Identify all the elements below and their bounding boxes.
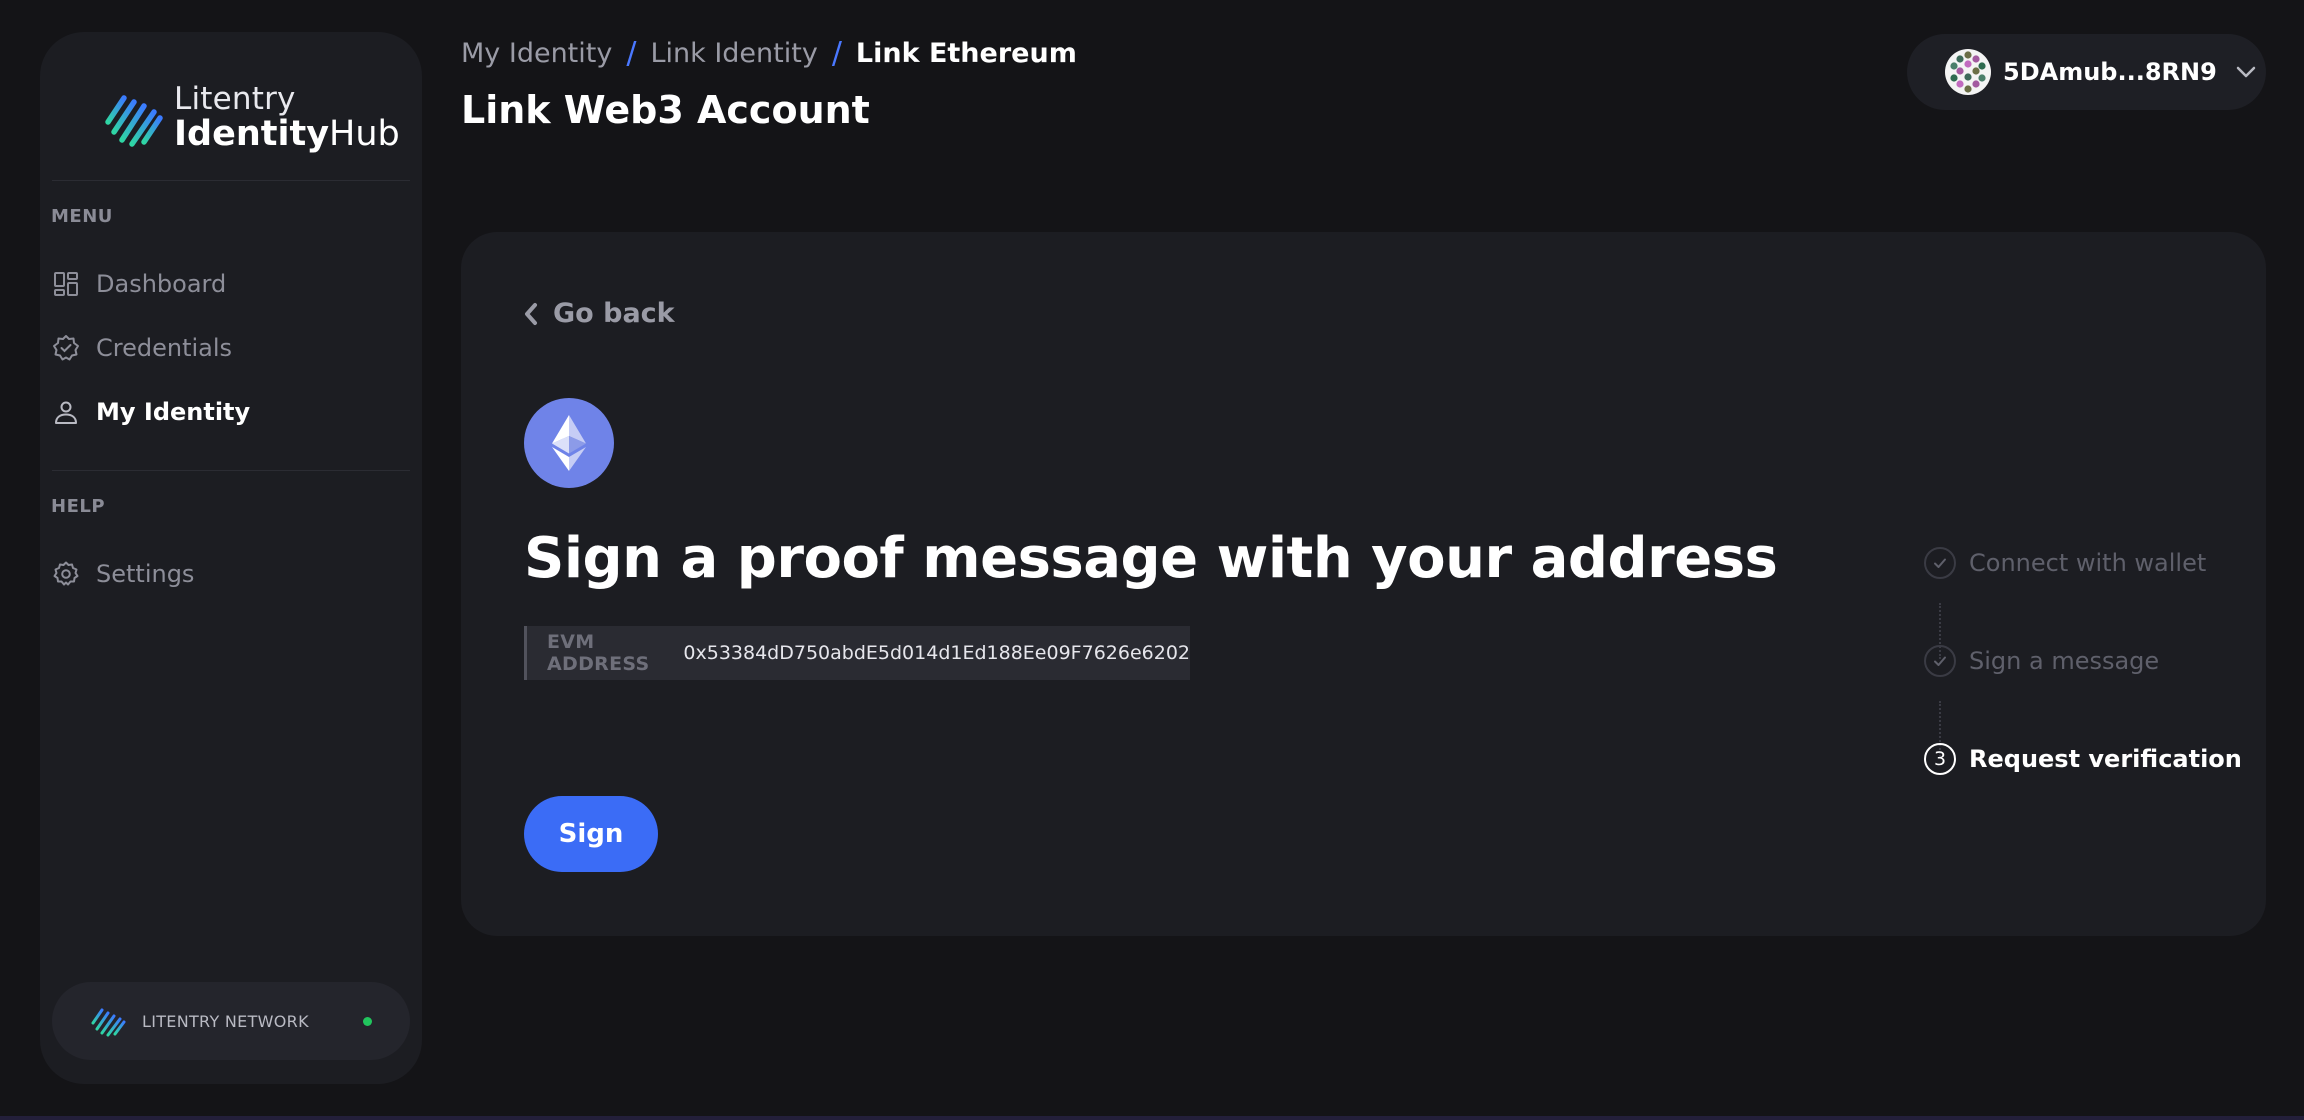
menu-heading: MENU — [51, 206, 113, 227]
gear-icon — [52, 560, 80, 588]
network-label: LITENTRY NETWORK — [142, 1011, 309, 1031]
network-status-dot — [363, 1017, 372, 1026]
network-status[interactable]: LITENTRY NETWORK — [52, 982, 410, 1060]
page-title: Link Web3 Account — [461, 88, 870, 132]
go-back-label: Go back — [553, 298, 675, 329]
check-icon — [1924, 645, 1956, 677]
sidebar: Litentry IdentityHub MENU Dashboard Cred… — [40, 32, 422, 1084]
account-avatar-icon — [1945, 49, 1991, 95]
bottom-edge — [0, 1116, 2304, 1120]
sidebar-item-label: My Identity — [96, 398, 251, 426]
user-icon — [52, 398, 80, 426]
sidebar-item-credentials[interactable]: Credentials — [52, 328, 232, 368]
chevron-left-icon — [525, 302, 537, 325]
breadcrumb-separator: / — [626, 36, 637, 71]
step-label: Sign a message — [1969, 647, 2160, 675]
evm-address-label: EVM ADDRESS — [547, 631, 650, 675]
litentry-network-icon — [91, 1008, 126, 1037]
ethereum-icon — [524, 398, 614, 488]
sidebar-item-label: Settings — [96, 560, 195, 588]
sidebar-divider — [52, 180, 410, 181]
account-name: 5DAmub...8RN9 — [2003, 58, 2217, 86]
app-logo[interactable]: Litentry IdentityHub — [102, 84, 400, 152]
sign-button[interactable]: Sign — [524, 796, 658, 872]
step-label: Connect with wallet — [1969, 549, 2207, 577]
help-heading: HELP — [51, 496, 106, 517]
sidebar-item-label: Dashboard — [96, 270, 227, 298]
sidebar-item-settings[interactable]: Settings — [52, 554, 194, 594]
litentry-logo-icon — [105, 95, 163, 147]
credentials-badge-icon — [52, 334, 80, 362]
sidebar-item-label: Credentials — [96, 334, 233, 362]
evm-address-field: EVM ADDRESS 0x53384dD750abdE5d014d1Ed188… — [524, 626, 1190, 680]
logo-wordmark-top: Litentry — [174, 81, 296, 117]
step-number: 3 — [1924, 743, 1956, 775]
chevron-down-icon — [2236, 66, 2256, 78]
breadcrumb-my-identity[interactable]: My Identity — [461, 38, 612, 69]
step-label: Request verification — [1969, 745, 2242, 773]
sidebar-divider — [52, 470, 410, 471]
dashboard-icon — [52, 270, 80, 298]
step-sign-message: Sign a message — [1924, 645, 2159, 677]
logo-wordmark-bottom: IdentityHub — [174, 114, 400, 154]
breadcrumb: My Identity / Link Identity / Link Ether… — [461, 36, 1077, 71]
step-connect-wallet: Connect with wallet — [1924, 547, 2206, 579]
sidebar-item-dashboard[interactable]: Dashboard — [52, 264, 226, 304]
sign-message-heading: Sign a proof message with your address — [524, 526, 1778, 591]
evm-address-value: 0x53384dD750abdE5d014d1Ed188Ee09F7626e62… — [683, 642, 1190, 664]
link-account-card: Go back Sign a proof message with your a… — [461, 232, 2266, 936]
breadcrumb-link-identity[interactable]: Link Identity — [650, 38, 817, 69]
go-back-button[interactable]: Go back — [523, 298, 675, 329]
account-switcher[interactable]: 5DAmub...8RN9 — [1907, 34, 2266, 110]
check-icon — [1924, 547, 1956, 579]
sidebar-item-my-identity[interactable]: My Identity — [52, 392, 250, 432]
breadcrumb-link-ethereum: Link Ethereum — [855, 38, 1077, 69]
step-request-verification: 3 Request verification — [1924, 743, 2242, 775]
breadcrumb-separator: / — [831, 36, 842, 71]
